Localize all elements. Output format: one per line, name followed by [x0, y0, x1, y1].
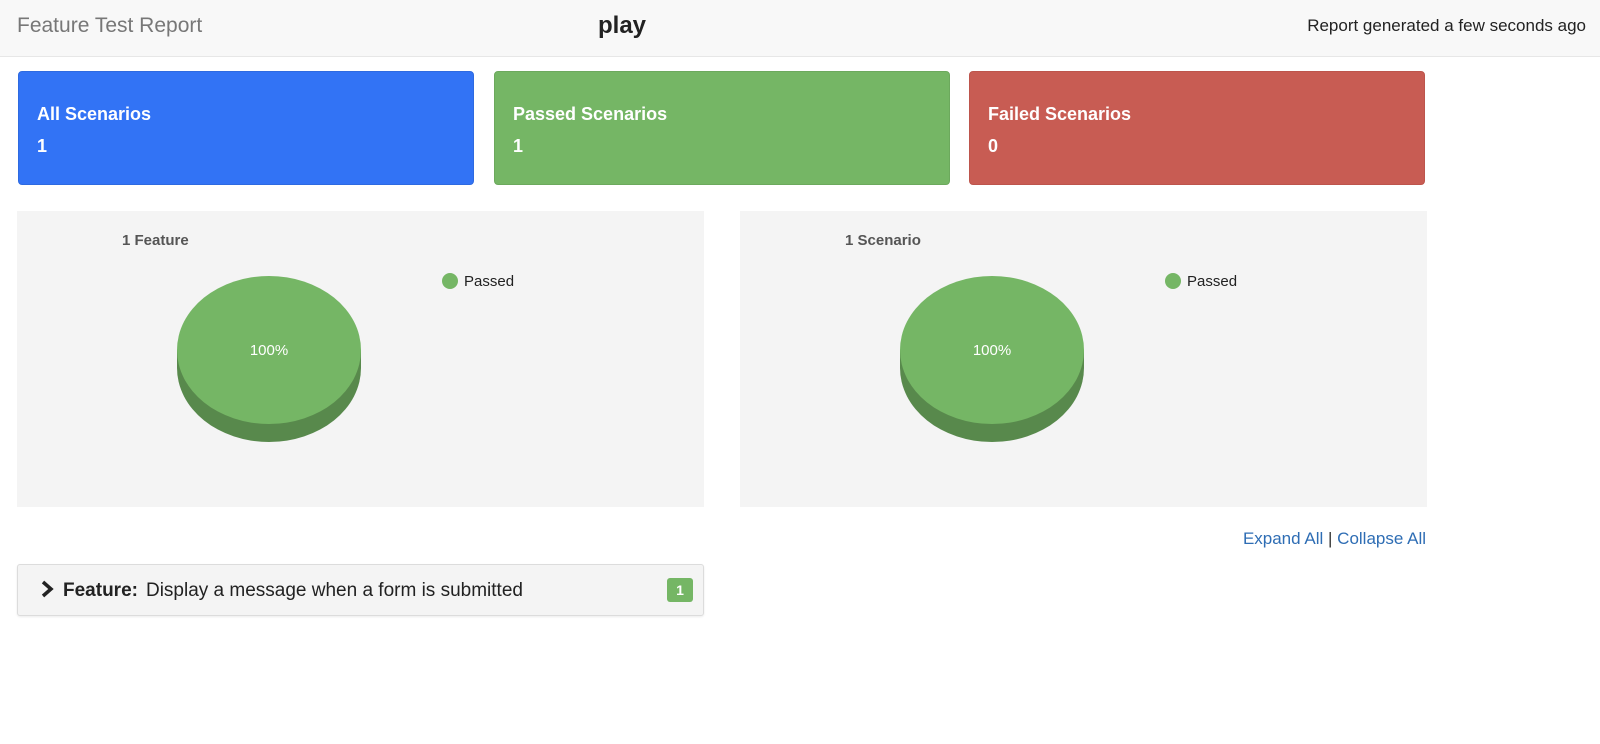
project-name: play: [598, 12, 647, 39]
all-scenarios-card: All Scenarios 1: [18, 71, 474, 185]
card-count: 1: [37, 136, 48, 156]
card-count: 0: [988, 136, 999, 156]
passed-scenarios-card: Passed Scenarios 1: [494, 71, 950, 185]
top-navbar: Feature Test Report play Report generate…: [0, 0, 1600, 57]
legend-marker: [1165, 273, 1181, 289]
expand-collapse-controls: Expand All | Collapse All: [1243, 529, 1426, 549]
card-label: Failed Scenarios: [988, 104, 1132, 124]
feature-name: Display a message when a form is submitt…: [145, 580, 523, 601]
expand-all-link[interactable]: Expand All: [1243, 529, 1323, 548]
card-label: All Scenarios: [37, 104, 152, 124]
scenarios-pie-chart: 1 Scenario 100% Passed: [845, 232, 1237, 442]
chart-title: 1 Scenario: [845, 232, 921, 249]
features-pie-chart: 1 Feature 100% Passed: [122, 232, 514, 442]
legend-label[interactable]: Passed: [464, 273, 514, 290]
chart-title: 1 Feature: [122, 232, 189, 249]
separator: |: [1328, 529, 1333, 548]
report-generated-time: Report generated a few seconds ago: [1307, 16, 1586, 35]
chevron-right-icon: [41, 580, 54, 598]
report-brand[interactable]: Feature Test Report: [17, 14, 202, 38]
pie-data-label: 100%: [973, 342, 1011, 359]
features-chart-panel: 1 Feature 100% Passed: [17, 211, 704, 507]
feature-title: Feature: Display a message when a form is…: [63, 580, 523, 602]
card-count: 1: [513, 136, 524, 156]
card-label: Passed Scenarios: [513, 104, 668, 124]
legend-label[interactable]: Passed: [1187, 273, 1237, 290]
scenario-count-badge: 1: [667, 578, 693, 602]
feature-panel[interactable]: Feature: Display a message when a form is…: [17, 564, 704, 616]
feature-keyword: Feature:: [63, 580, 138, 601]
failed-scenarios-card: Failed Scenarios 0: [969, 71, 1425, 185]
collapse-all-link[interactable]: Collapse All: [1337, 529, 1426, 548]
legend-marker: [442, 273, 458, 289]
scenarios-chart-panel: 1 Scenario 100% Passed: [740, 211, 1427, 507]
pie-data-label: 100%: [250, 342, 288, 359]
